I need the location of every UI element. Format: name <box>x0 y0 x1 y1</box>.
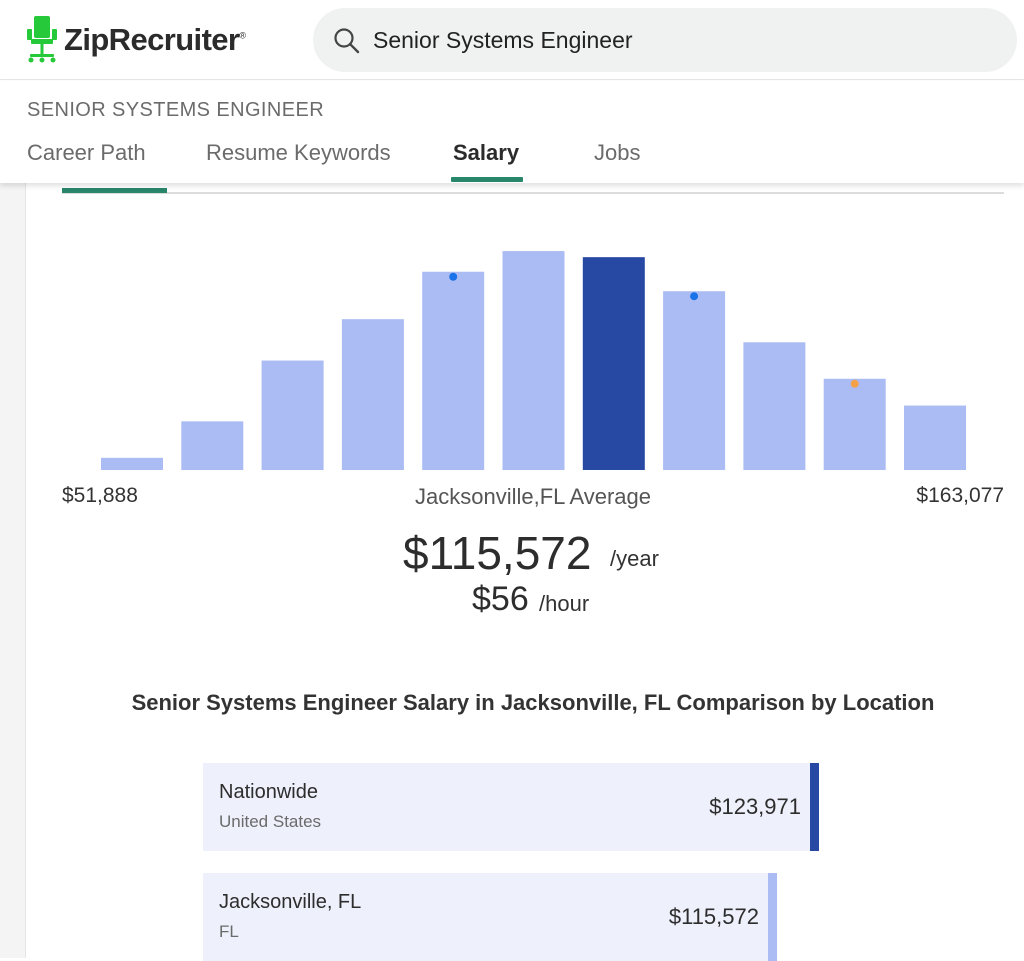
tab-resume-keywords[interactable]: Resume Keywords <box>206 140 391 166</box>
histogram-bar <box>743 342 806 470</box>
average-yearly-salary: $115,572 <box>403 527 592 579</box>
location-name: Jacksonville, FL <box>219 891 362 913</box>
chair-logo-icon <box>27 16 57 63</box>
tab-jobs[interactable]: Jobs <box>594 140 640 166</box>
histogram-marker-dot <box>690 292 699 301</box>
top-bar: ZipRecruiter® <box>0 0 1024 80</box>
histogram-bar <box>261 360 324 470</box>
location-region: FL <box>219 922 239 941</box>
salary-histogram <box>101 251 966 470</box>
active-tab-indicator <box>451 177 523 182</box>
location-card-jacksonville[interactable]: Jacksonville, FL FL $115,572 <box>203 873 777 961</box>
search-icon <box>334 28 360 54</box>
histogram-bar-highlight <box>582 257 645 470</box>
histogram-marker-dot <box>850 379 859 388</box>
logo-wordmark: ZipRecruiter® <box>64 21 246 57</box>
search-bar[interactable] <box>313 8 1017 72</box>
hourly-unit: /hour <box>539 591 590 616</box>
location-salary: $115,572 <box>668 904 759 929</box>
location-region: United States <box>219 812 322 831</box>
average-hourly-salary: $56 <box>472 580 529 618</box>
breadcrumb: SENIOR SYSTEMS ENGINEER <box>27 99 325 121</box>
ziprecruiter-logo[interactable]: ZipRecruiter® <box>26 14 246 64</box>
yearly-unit: /year <box>610 546 659 571</box>
average-label: Jacksonville,FL Average <box>414 484 652 509</box>
location-bar-edge <box>768 873 777 961</box>
search-input[interactable] <box>373 20 973 60</box>
histogram-bar <box>341 319 404 470</box>
sub-navigation: SENIOR SYSTEMS ENGINEER Career Path Resu… <box>0 81 1024 183</box>
histogram-bar <box>502 251 565 470</box>
histogram-bar <box>663 291 726 470</box>
salary-range-max: $163,077 <box>916 484 1004 507</box>
location-card-nationwide[interactable]: Nationwide United States $123,971 <box>203 763 819 851</box>
location-bar-edge <box>810 763 819 851</box>
histogram-bar <box>904 405 966 470</box>
histogram-bar <box>422 271 485 470</box>
histogram-bar <box>181 421 244 470</box>
comparison-title: Senior Systems Engineer Salary in Jackso… <box>131 690 935 715</box>
tab-career-path[interactable]: Career Path <box>27 140 146 166</box>
histogram-bar <box>101 457 163 470</box>
location-salary: $123,971 <box>709 794 801 819</box>
histogram-marker-dot <box>449 272 458 281</box>
histogram-bar <box>823 378 886 470</box>
tab-salary[interactable]: Salary <box>453 140 519 166</box>
location-name: Nationwide <box>219 781 318 803</box>
